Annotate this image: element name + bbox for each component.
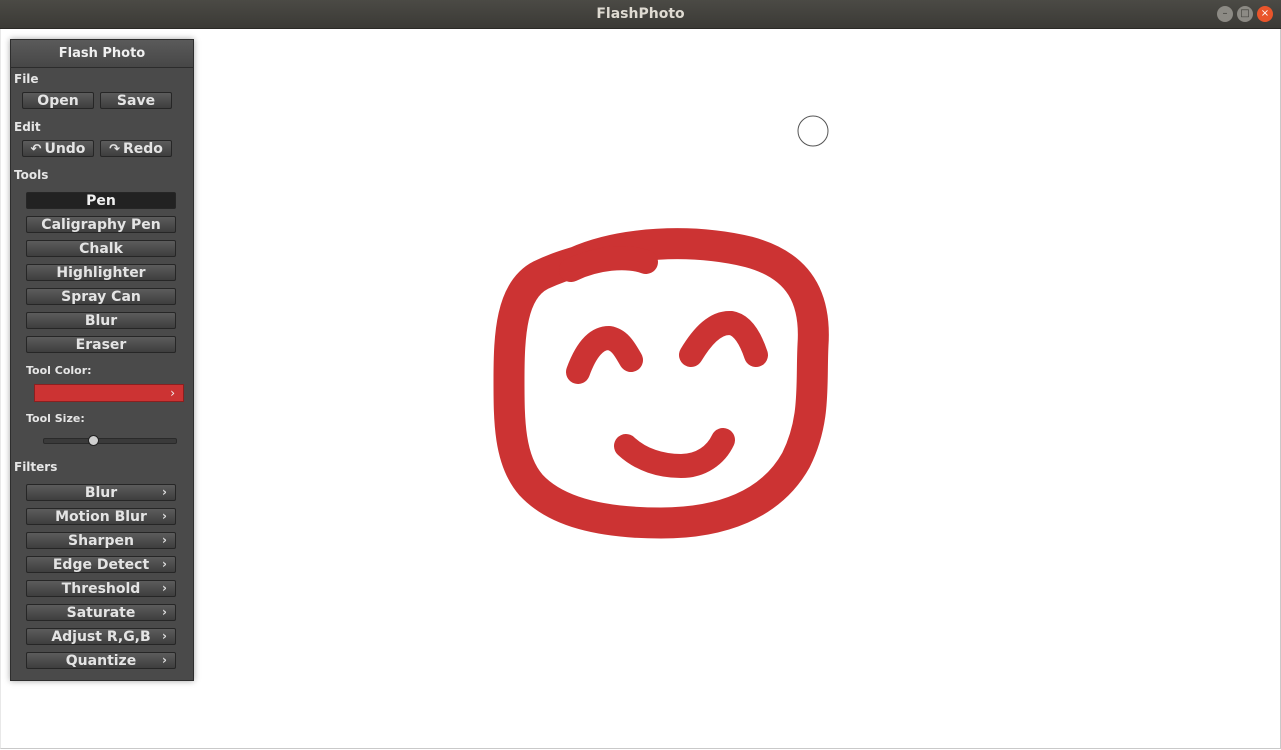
smiley-drawing	[493, 228, 829, 539]
undo-label: Undo	[44, 141, 86, 157]
filter-motion-blur-label: Motion Blur	[55, 509, 147, 525]
filter-quantize-label: Quantize	[65, 653, 137, 669]
panel-title: Flash Photo	[11, 40, 193, 68]
chevron-right-icon: ›	[170, 386, 175, 400]
tool-size-slider[interactable]	[43, 438, 177, 444]
forehead-mark	[559, 246, 658, 282]
undo-button[interactable]: ↶ Undo	[22, 140, 94, 157]
filter-motion-blur-button[interactable]: Motion Blur ›	[26, 508, 176, 525]
filter-sharpen-label: Sharpen	[68, 533, 134, 549]
window-title: FlashPhoto	[596, 6, 685, 22]
tool-size-label: Tool Size:	[26, 412, 85, 425]
filter-edge-detect-label: Edge Detect	[52, 557, 150, 573]
open-button[interactable]: Open	[22, 92, 94, 109]
file-section-label: File	[14, 72, 39, 86]
tool-panel: Flash Photo File Open Save Edit ↶ Undo ↷ R…	[10, 39, 194, 681]
tool-color-picker[interactable]: ›	[34, 384, 184, 402]
filters-section-label: Filters	[14, 460, 58, 474]
redo-label: Redo	[122, 141, 163, 157]
tool-chalk-button[interactable]: Chalk	[26, 240, 176, 257]
filter-quantize-button[interactable]: Quantize ›	[26, 652, 176, 669]
redo-icon: ↷	[109, 142, 120, 157]
filter-blur-label: Blur	[84, 485, 118, 501]
filter-saturate-label: Saturate	[66, 605, 136, 621]
tools-section-label: Tools	[14, 168, 49, 182]
title-bar: FlashPhoto – □ ×	[0, 0, 1281, 29]
save-button[interactable]: Save	[100, 92, 172, 109]
close-icon[interactable]: ×	[1257, 6, 1273, 22]
filter-blur-button[interactable]: Blur ›	[26, 484, 176, 501]
right-eye	[679, 311, 768, 367]
chevron-right-icon: ›	[162, 533, 167, 547]
chevron-right-icon: ›	[162, 557, 167, 571]
tool-pen-button[interactable]: Pen	[26, 192, 176, 209]
minimize-icon[interactable]: –	[1217, 6, 1233, 22]
chevron-right-icon: ›	[162, 581, 167, 595]
tool-color-label: Tool Color:	[26, 364, 92, 377]
redo-button[interactable]: ↷ Redo	[100, 140, 172, 157]
smile	[614, 428, 735, 478]
undo-icon: ↶	[30, 142, 42, 157]
filter-threshold-label: Threshold	[61, 581, 141, 597]
filter-edge-detect-button[interactable]: Edge Detect ›	[26, 556, 176, 573]
app-window: FlashPhoto – □ × Flash Photo File Open S…	[0, 0, 1281, 750]
filter-adjust-rgb-button[interactable]: Adjust R,G,B ›	[26, 628, 176, 645]
chevron-right-icon: ›	[162, 509, 167, 523]
chevron-right-icon: ›	[162, 653, 167, 667]
left-eye	[566, 326, 643, 384]
filter-sharpen-button[interactable]: Sharpen ›	[26, 532, 176, 549]
chevron-right-icon: ›	[162, 485, 167, 499]
filter-saturate-button[interactable]: Saturate ›	[26, 604, 176, 621]
tool-size-slider-thumb[interactable]	[88, 435, 100, 446]
edit-section-label: Edit	[14, 120, 41, 134]
tool-spray-can-button[interactable]: Spray Can	[26, 288, 176, 305]
tool-eraser-button[interactable]: Eraser	[26, 336, 176, 353]
tool-blur-button[interactable]: Blur	[26, 312, 176, 329]
brush-cursor	[797, 115, 829, 147]
filter-adjust-rgb-label: Adjust R,G,B	[51, 629, 151, 645]
maximize-icon[interactable]: □	[1237, 6, 1253, 22]
chevron-right-icon: ›	[162, 605, 167, 619]
chevron-right-icon: ›	[162, 629, 167, 643]
tool-highlighter-button[interactable]: Highlighter	[26, 264, 176, 281]
face-outline	[493, 228, 829, 539]
filter-threshold-button[interactable]: Threshold ›	[26, 580, 176, 597]
tool-caligraphy-pen-button[interactable]: Caligraphy Pen	[26, 216, 176, 233]
